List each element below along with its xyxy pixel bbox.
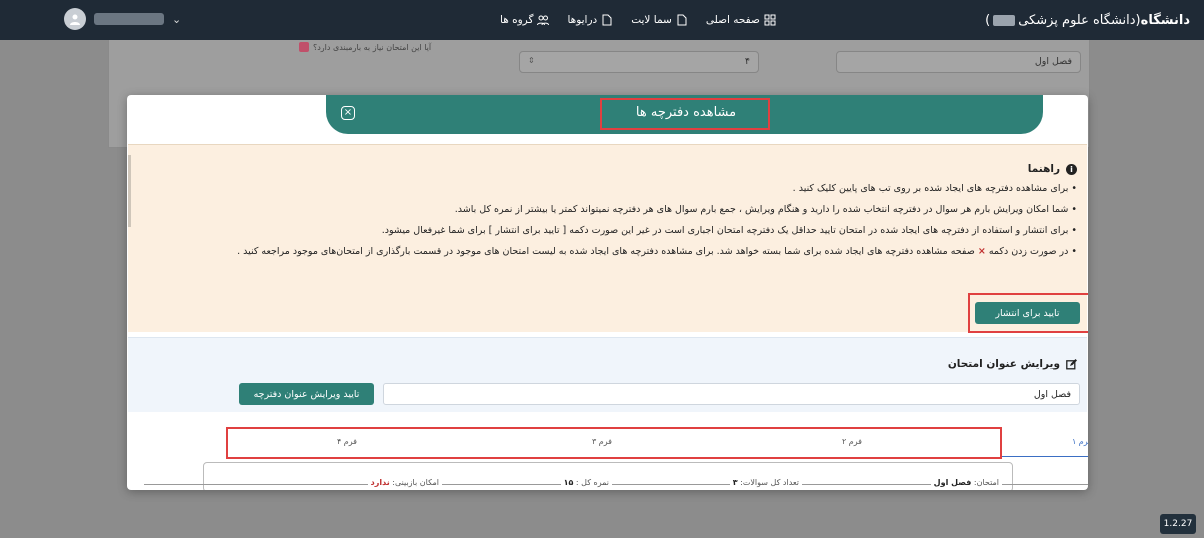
brand-bold: دانشگاه (1140, 12, 1190, 28)
user-icon (70, 14, 80, 25)
edit-icon (1066, 358, 1077, 369)
count-field[interactable]: ۴ ⇕ (519, 51, 759, 73)
active-tab-indicator (1002, 456, 1088, 457)
guide-item-end: صفحه مشاهده دفترچه های ایجاد شده برای شم… (237, 246, 975, 257)
info-score-value: ۱۵ (563, 478, 574, 487)
guide-item: برای مشاهده دفترچه های ایجاد شده بر روی … (128, 182, 1077, 195)
edit-title-section: ویرایش عنوان امتحان تایید ویرایش عنوان د… (128, 337, 1087, 412)
top-navbar: دانشگاه(دانشگاه علوم پزشکی) صفحه اصلی سم… (0, 0, 1204, 40)
exam-title-input[interactable] (383, 383, 1080, 405)
guide-panel: i راهنما برای مشاهده دفترچه های ایجاد شد… (128, 144, 1088, 333)
user-name-blurred (94, 13, 164, 25)
confirm-title-button[interactable]: تایید ویرایش عنوان دفترچه (239, 383, 374, 405)
brand-title: دانشگاه(دانشگاه علوم پزشکی) (985, 13, 1190, 28)
guide-heading: i راهنما (128, 163, 1077, 175)
users-icon (537, 15, 550, 26)
title-field[interactable]: فصل اول (836, 51, 1081, 73)
info-review-value: ندارد (370, 478, 390, 487)
grid-icon (764, 14, 776, 26)
brand-rest-end: ) (985, 12, 991, 28)
guide-item: برای انتشار و استفاده از دفترچه های ایجا… (128, 224, 1077, 237)
scrollbar[interactable] (128, 155, 131, 227)
info-count-value: ۳ (732, 478, 738, 487)
info-score: نمره کل : ۱۵ (560, 478, 612, 487)
chevron-down-icon[interactable]: ⌄ (172, 13, 181, 26)
highlight-tabs (226, 427, 1002, 459)
grading-checkbox-row: آیا این امتحان نیاز به بارمبندی دارد؟ (299, 42, 431, 52)
nav-sama-lite-label: سما لایت (631, 14, 672, 26)
close-icon[interactable]: × (341, 106, 355, 120)
nav-drives[interactable]: درایوها (567, 14, 613, 26)
user-menu[interactable]: ⌄ (64, 8, 181, 30)
info-count-label: تعداد کل سوالات: (740, 478, 799, 487)
spinner-icon[interactable]: ⇕ (528, 56, 535, 65)
info-icon: i (1066, 163, 1077, 175)
info-exam: امتحان: فصل اول (930, 478, 1002, 487)
tab-form-1[interactable]: فرم ۱ (1072, 437, 1088, 446)
guide-list: برای مشاهده دفترچه های ایجاد شده بر روی … (128, 182, 1077, 258)
brand-rest-start: (دانشگاه علوم پزشکی (1018, 12, 1141, 28)
form-info-box: امتحان: فصل اول تعداد کل سوالات: ۳ نمره … (144, 462, 1088, 490)
modal-header: × مشاهده دفترچه ها (326, 95, 1043, 134)
nav-drives-label: درایوها (567, 14, 598, 26)
guide-heading-label: راهنما (1027, 163, 1060, 175)
avatar[interactable] (64, 8, 86, 30)
close-mark-icon: × (977, 246, 986, 257)
highlight-publish (968, 293, 1088, 333)
nav-groups-label: گروه ها (500, 14, 534, 26)
count-value: ۴ (744, 56, 750, 67)
highlight-title (600, 98, 770, 130)
edit-heading: ویرایش عنوان امتحان (948, 358, 1077, 370)
file-icon (602, 14, 612, 26)
nav-home[interactable]: صفحه اصلی (706, 14, 776, 26)
nav-home-label: صفحه اصلی (705, 14, 760, 26)
title-value: فصل اول (1034, 56, 1072, 67)
info-count: تعداد کل سوالات: ۳ (729, 478, 802, 487)
main-nav: صفحه اصلی سما لایت درایوها گروه ها (500, 0, 776, 40)
file-icon (677, 14, 687, 26)
info-review: امکان بازبینی: ندارد (367, 478, 442, 487)
nav-groups[interactable]: گروه ها (500, 14, 550, 26)
info-exam-label: امتحان: (973, 478, 999, 487)
info-review-label: امکان بازبینی: (392, 478, 439, 487)
grading-question: آیا این امتحان نیاز به بارمبندی دارد؟ (313, 42, 432, 52)
guide-item: در صورت زدن دکمه × صفحه مشاهده دفترچه ها… (128, 245, 1077, 258)
notebooks-modal: × مشاهده دفترچه ها i راهنما برای مشاهده … (127, 95, 1088, 490)
edit-heading-label: ویرایش عنوان امتحان (947, 358, 1060, 370)
grading-checkbox[interactable] (299, 42, 309, 52)
version-badge: 1.2.27 (1160, 514, 1196, 534)
info-exam-value: فصل اول (933, 478, 972, 487)
info-score-label: نمره کل : (575, 478, 609, 487)
blurred-name (993, 14, 1016, 26)
guide-item-start: در صورت زدن دکمه (988, 246, 1069, 257)
nav-sama-lite[interactable]: سما لایت (631, 14, 688, 26)
guide-item: شما امکان ویرایش بارم هر سوال در دفترچه … (128, 203, 1077, 216)
